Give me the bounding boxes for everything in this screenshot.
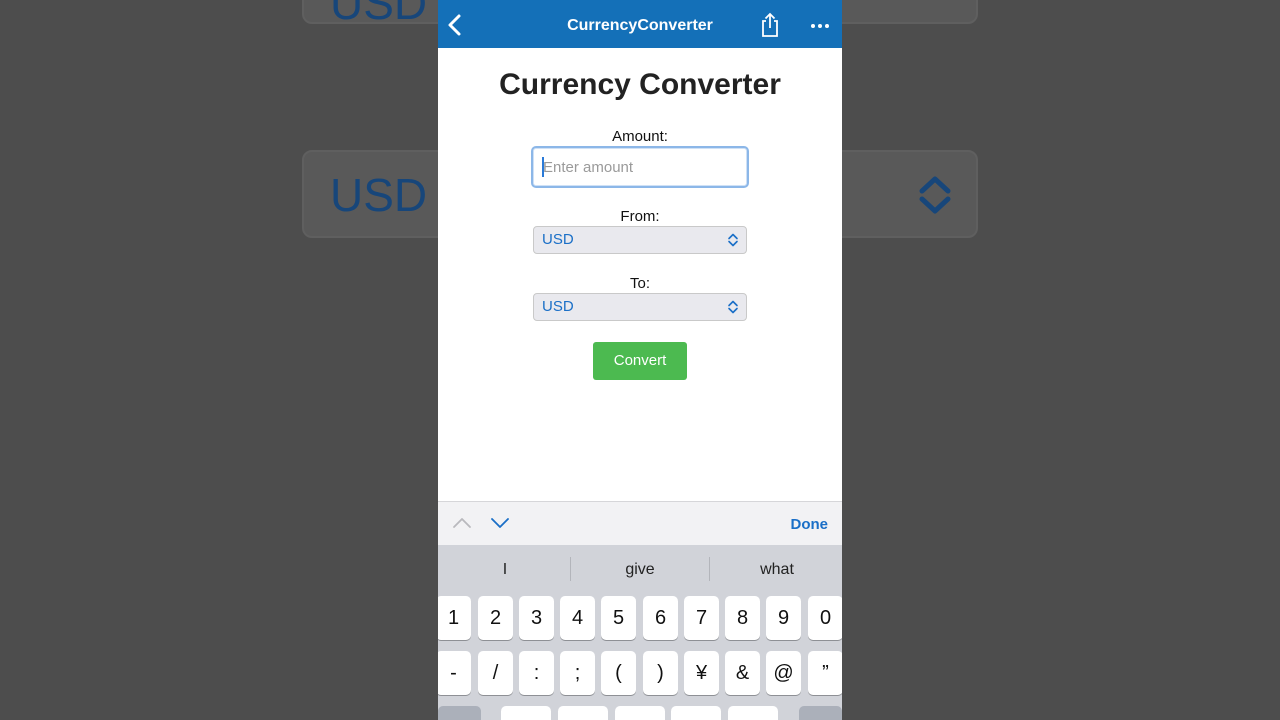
amount-label: Amount: (612, 128, 668, 145)
key-partial[interactable] (671, 706, 721, 720)
navigation-bar: CurrencyConverter (438, 0, 842, 48)
key-partial[interactable] (558, 706, 608, 720)
key-delete[interactable] (799, 706, 842, 720)
key[interactable]: ” (808, 651, 842, 695)
key[interactable]: ¥ (684, 651, 719, 695)
key[interactable]: 8 (725, 596, 760, 640)
background-mid-text: USD (330, 169, 428, 221)
key-partial[interactable] (728, 706, 778, 720)
text-caret (542, 157, 544, 177)
to-currency-value: USD (542, 298, 574, 315)
background-top-text: USD (330, 0, 428, 29)
key[interactable]: ( (601, 651, 636, 695)
to-currency-select[interactable]: USD (533, 293, 747, 321)
convert-button[interactable]: Convert (593, 342, 687, 380)
key[interactable]: 6 (643, 596, 678, 640)
phone-screen: CurrencyConverter Currency Converter Amo… (438, 0, 842, 720)
key-partial[interactable] (501, 706, 551, 720)
key[interactable]: @ (766, 651, 801, 695)
key-partial[interactable] (615, 706, 665, 720)
amount-input[interactable] (531, 146, 749, 188)
keyboard: I give what 1 2 3 4 5 6 7 8 9 0 - / : ; … (438, 545, 842, 720)
done-button[interactable]: Done (791, 516, 829, 533)
key[interactable]: / (478, 651, 513, 695)
key[interactable]: ; (560, 651, 595, 695)
keyboard-accessory-bar: Done (438, 501, 842, 545)
key[interactable]: ) (643, 651, 678, 695)
from-currency-value: USD (542, 231, 574, 248)
suggestion-item[interactable]: give (573, 561, 707, 579)
key[interactable]: 7 (684, 596, 719, 640)
to-label: To: (629, 275, 650, 292)
background-updown-icon (919, 176, 951, 214)
key[interactable]: 2 (478, 596, 513, 640)
suggestion-divider (570, 557, 571, 581)
updown-chevron-icon (728, 300, 738, 314)
key[interactable]: 3 (519, 596, 554, 640)
key[interactable]: - (438, 651, 471, 695)
from-currency-select[interactable]: USD (533, 226, 747, 254)
page-title: Currency Converter (499, 68, 781, 101)
key[interactable]: 0 (808, 596, 842, 640)
key[interactable]: 4 (560, 596, 595, 640)
from-label: From: (620, 208, 660, 225)
key[interactable]: 1 (438, 596, 471, 640)
suggestion-item[interactable]: I (438, 561, 572, 579)
suggestion-bar: I give what (438, 545, 842, 593)
updown-chevron-icon (728, 233, 738, 247)
key[interactable]: 5 (601, 596, 636, 640)
key[interactable]: : (519, 651, 554, 695)
chevron-up-icon[interactable] (452, 515, 472, 531)
chevron-down-icon[interactable] (490, 515, 510, 531)
key-symbols-toggle[interactable] (438, 706, 481, 720)
key[interactable]: & (725, 651, 760, 695)
share-icon[interactable] (758, 12, 782, 38)
suggestion-item[interactable]: what (710, 561, 842, 579)
key[interactable]: 9 (766, 596, 801, 640)
ellipsis-icon[interactable] (808, 16, 832, 36)
